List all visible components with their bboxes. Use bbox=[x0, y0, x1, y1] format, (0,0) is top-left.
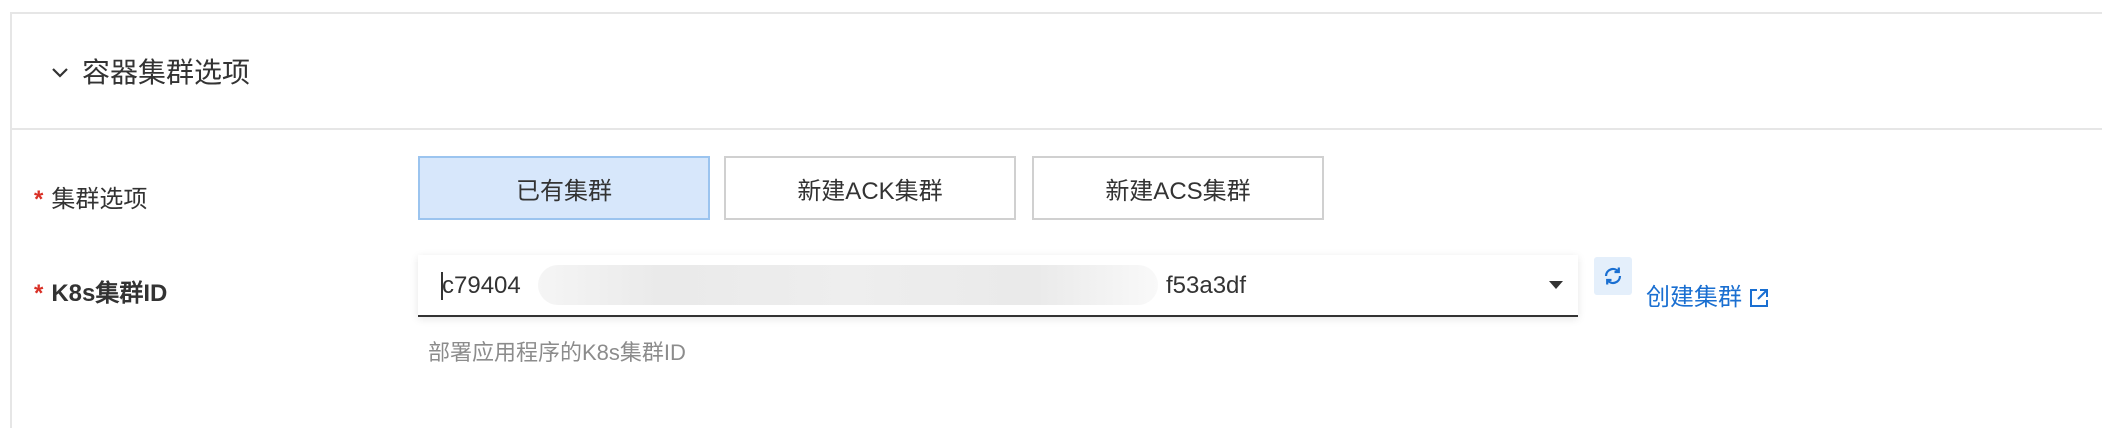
cluster-option-label: * 集群选项 bbox=[34, 184, 147, 216]
section-header[interactable]: 容器集群选项 bbox=[12, 14, 2102, 130]
new-ack-cluster-button[interactable]: 新建ACK集群 bbox=[724, 156, 1016, 220]
create-cluster-link[interactable]: 创建集群 bbox=[1646, 282, 1770, 314]
k8s-cluster-id-label-text: K8s集群ID bbox=[51, 280, 168, 307]
refresh-button[interactable] bbox=[1594, 257, 1632, 295]
text-cursor bbox=[441, 272, 443, 300]
k8s-cluster-id-value-suffix: f53a3df bbox=[1166, 272, 1247, 299]
create-cluster-link-text: 创建集群 bbox=[1646, 284, 1742, 311]
k8s-cluster-id-help: 部署应用程序的K8s集群ID bbox=[428, 340, 686, 365]
container-cluster-options-panel: 容器集群选项 bbox=[10, 12, 2102, 428]
k8s-cluster-id-label: * K8s集群ID bbox=[34, 278, 167, 310]
refresh-icon bbox=[1604, 267, 1622, 285]
cluster-option-label-text: 集群选项 bbox=[51, 186, 148, 213]
chevron-down-icon[interactable] bbox=[48, 61, 72, 85]
existing-cluster-button[interactable]: 已有集群 bbox=[418, 156, 710, 220]
required-mark: * bbox=[34, 186, 44, 213]
external-link-icon bbox=[1750, 289, 1768, 307]
caret-down-icon[interactable] bbox=[1548, 279, 1564, 291]
new-acs-cluster-button[interactable]: 新建ACS集群 bbox=[1032, 156, 1324, 220]
k8s-cluster-id-value-prefix: c79404 bbox=[442, 272, 521, 299]
required-mark: * bbox=[34, 280, 44, 307]
section-title: 容器集群选项 bbox=[82, 57, 251, 88]
redacted-blur bbox=[538, 265, 1158, 305]
k8s-cluster-id-select[interactable]: c79404 f53a3df bbox=[418, 255, 1578, 317]
